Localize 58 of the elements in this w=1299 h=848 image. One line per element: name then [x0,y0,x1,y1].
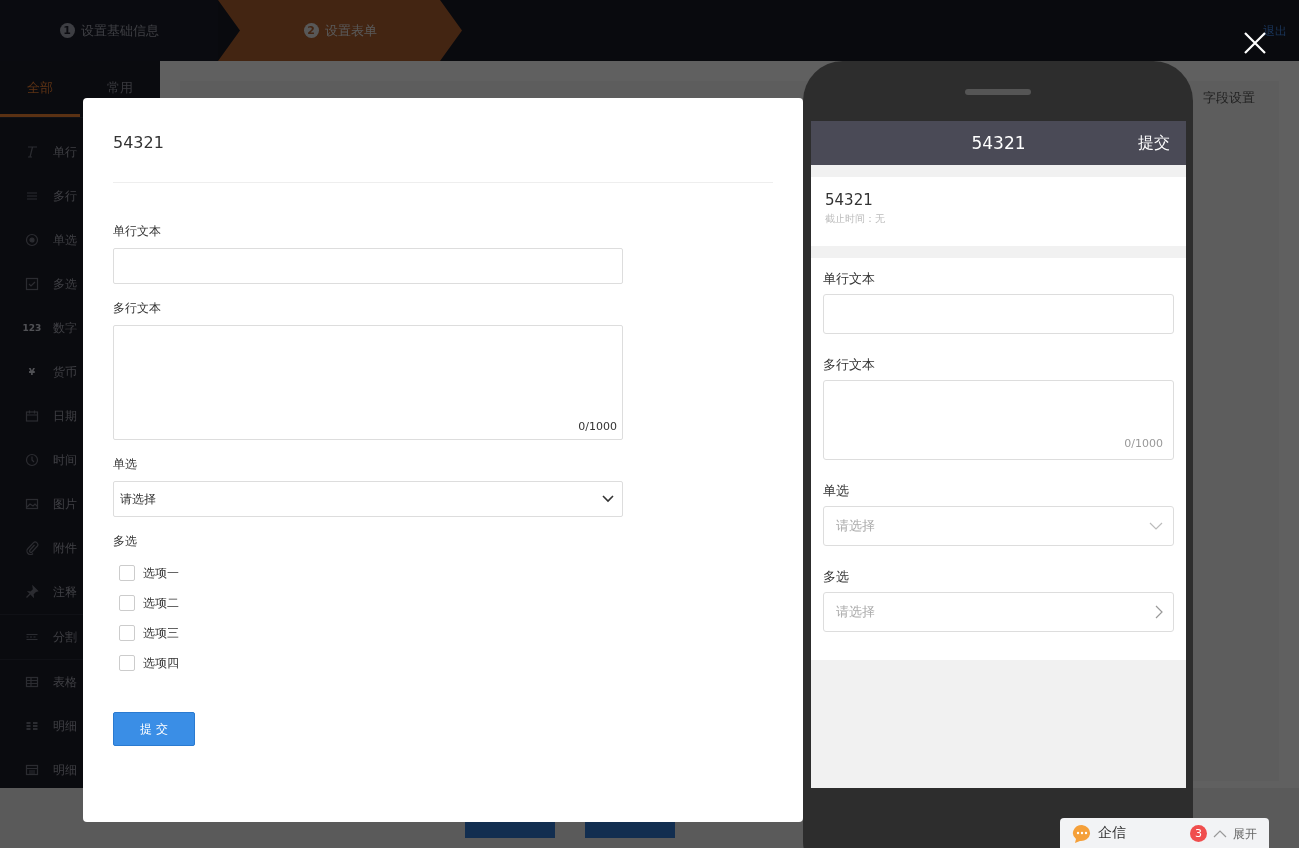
field-label: 多选 [823,568,850,586]
chevron-down-icon [1149,522,1163,530]
expand-link[interactable]: 展开 [1233,826,1257,843]
field-label: 单选 [823,482,850,500]
field-label: 多行文本 [823,356,876,374]
clock-icon [25,453,39,467]
unread-badge: 3 [1190,825,1207,842]
text-input-field[interactable] [113,248,623,284]
exit-link[interactable]: 退出 [1263,23,1287,40]
caret-up-icon [1213,830,1227,838]
chat-widget[interactable]: 企信 3 展开 [1060,818,1269,848]
option-label: 选项一 [143,564,179,582]
form-title: 54321 [825,191,874,209]
settings-tab[interactable]: 字段设置 [1203,89,1255,107]
header-title: 54321 [971,133,1026,153]
grid-icon [25,719,39,733]
option-label: 选项四 [143,654,179,672]
option-label: 选项二 [143,594,179,612]
step-tab[interactable]: 2 设置表单 [218,0,462,61]
field-label: 单选 [113,456,138,473]
detail-table-icon [25,763,39,777]
submit-link[interactable]: 提交 [1138,133,1170,154]
chevron-right-icon [1155,605,1163,619]
submit-button[interactable]: 提 交 [113,712,195,746]
select-field[interactable]: 请选择 [823,506,1174,546]
textarea-field[interactable]: 0/1000 [113,325,623,440]
speaker-icon [965,89,1031,95]
calendar-icon [25,409,39,423]
checkbox[interactable] [119,595,135,611]
chat-label: 企信 [1098,824,1127,842]
character-counter: 0/1000 [1124,437,1163,450]
deadline-text: 截止时间：无 [825,212,886,226]
sidebar-tab[interactable]: 全部 [0,61,80,117]
pin-icon [25,585,39,599]
text-format-icon [25,145,39,159]
image-icon [25,497,39,511]
checkbox[interactable] [119,655,135,671]
glyph-icon: ¥ [22,365,42,379]
form-title: 54321 [113,98,773,183]
table-icon [25,675,39,689]
checkbox-icon [25,277,39,291]
glyph-icon: 123 [22,321,42,335]
character-counter: 0/1000 [578,420,617,433]
checkbox[interactable] [119,565,135,581]
field-label: 单行文本 [113,223,162,240]
textarea-field[interactable]: 0/1000 [823,380,1174,460]
field-label: 多选 [113,533,138,550]
chat-bubble-icon [1072,824,1092,844]
radio-icon [25,233,39,247]
paperclip-icon [25,541,39,555]
field-label: 多行文本 [113,300,162,317]
select-field[interactable]: 请选择 [113,481,623,517]
option-label: 选项三 [143,624,179,642]
text-input-field[interactable] [823,294,1174,334]
picker-field[interactable]: 请选择 [823,592,1174,632]
field-label: 单行文本 [823,270,876,288]
checkbox[interactable] [119,625,135,641]
chevron-down-icon [602,495,614,503]
